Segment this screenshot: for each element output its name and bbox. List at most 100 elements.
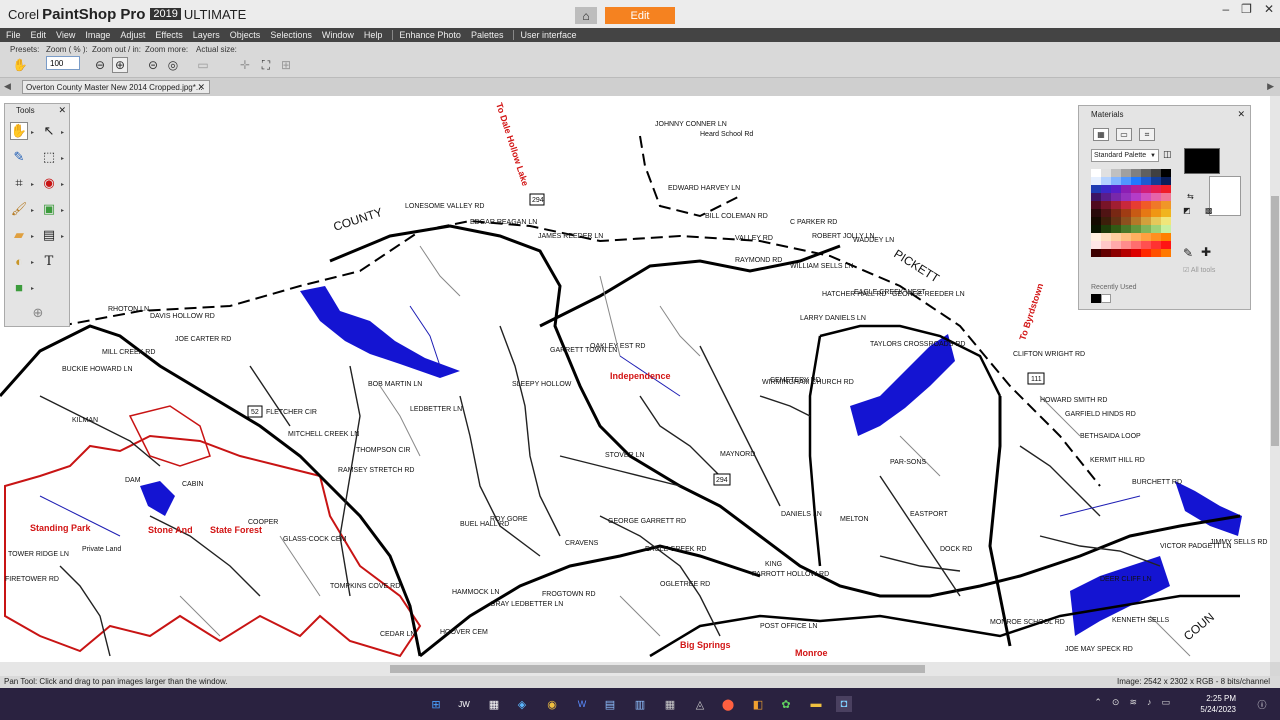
fill-tool-icon[interactable]: ▤ <box>40 226 58 244</box>
close-materials-icon[interactable]: ✕ <box>1237 109 1245 120</box>
dropper-icon[interactable]: ✎ <box>1183 246 1193 260</box>
shape-tool-icon[interactable]: ■ <box>10 278 28 296</box>
color-swatch[interactable] <box>1141 169 1151 177</box>
color-swatch[interactable] <box>1161 233 1171 241</box>
zoom-out-icon[interactable]: ⊖ <box>92 57 108 73</box>
fit-image-icon[interactable]: ⊞ <box>278 57 294 73</box>
color-swatch[interactable] <box>1161 225 1171 233</box>
start-icon[interactable]: ⊞ <box>428 696 444 712</box>
color-swatch[interactable] <box>1161 185 1171 193</box>
selection-tool-icon[interactable]: ⬚ <box>40 148 58 166</box>
menu-help[interactable]: Help <box>364 30 383 40</box>
home-tab-button[interactable]: ⌂ <box>575 7 597 24</box>
calculator-icon[interactable]: ▦ <box>662 696 678 712</box>
menu-window[interactable]: Window <box>322 30 354 40</box>
color-swatch[interactable] <box>1151 169 1161 177</box>
tab-scroll-right-icon[interactable]: ▶ <box>1267 81 1274 92</box>
color-swatch[interactable] <box>1151 185 1161 193</box>
color-swatch[interactable] <box>1101 241 1111 249</box>
close-icon[interactable]: ✕ <box>1264 2 1274 16</box>
pan-tool-icon[interactable]: ✋ <box>10 122 28 140</box>
swap-colors-icon[interactable]: ⇆ <box>1187 192 1194 201</box>
color-swatch[interactable] <box>1101 249 1111 257</box>
color-swatch[interactable] <box>1121 209 1131 217</box>
menu-effects[interactable]: Effects <box>155 30 182 40</box>
menu-palettes[interactable]: Palettes <box>471 30 504 40</box>
color-swatch[interactable] <box>1141 193 1151 201</box>
horizontal-scroll-thumb[interactable] <box>390 665 925 673</box>
background-color-swatch[interactable] <box>1209 176 1241 216</box>
color-swatch[interactable] <box>1111 233 1121 241</box>
color-swatch[interactable] <box>1141 201 1151 209</box>
color-swatch[interactable] <box>1111 249 1121 257</box>
chevron-up-icon[interactable]: ⌃ <box>1094 697 1102 708</box>
color-swatch[interactable] <box>1131 185 1141 193</box>
foreground-color-swatch[interactable] <box>1184 148 1220 174</box>
dodge-tool-icon[interactable]: ◐ <box>10 252 28 270</box>
color-swatch[interactable] <box>1151 177 1161 185</box>
pan-hand-icon[interactable]: ✋ <box>12 57 28 73</box>
vertical-scrollbar[interactable] <box>1270 96 1280 662</box>
actual-size-icon[interactable]: ▭ <box>195 57 211 73</box>
color-swatch[interactable] <box>1091 249 1101 257</box>
color-swatch[interactable] <box>1101 225 1111 233</box>
color-swatch[interactable] <box>1101 233 1111 241</box>
recent-swatch-white[interactable] <box>1101 294 1111 303</box>
menu-image[interactable]: Image <box>85 30 110 40</box>
color-swatch[interactable] <box>1111 241 1121 249</box>
color-swatch[interactable] <box>1111 185 1121 193</box>
color-swatch[interactable] <box>1091 169 1101 177</box>
color-swatch[interactable] <box>1111 201 1121 209</box>
notification-icon[interactable]: ⓘ <box>1254 696 1270 712</box>
volume-icon[interactable]: ♪ <box>1147 697 1152 708</box>
color-swatch[interactable] <box>1091 185 1101 193</box>
menu-file[interactable]: File <box>6 30 21 40</box>
app-icon-pin[interactable]: ⬤ <box>720 696 736 712</box>
color-swatch[interactable] <box>1151 233 1161 241</box>
color-swatch[interactable] <box>1141 249 1151 257</box>
color-swatch[interactable] <box>1131 249 1141 257</box>
menu-objects[interactable]: Objects <box>230 30 261 40</box>
menu-edit[interactable]: Edit <box>31 30 47 40</box>
color-swatch[interactable] <box>1121 233 1131 241</box>
color-swatch[interactable] <box>1131 169 1141 177</box>
edit-workspace-tab[interactable]: Edit <box>605 7 675 24</box>
color-swatch[interactable] <box>1111 169 1121 177</box>
add-tool-icon[interactable]: ⊕ <box>29 304 47 322</box>
picture-tube-tool-icon[interactable]: ▣ <box>40 200 58 218</box>
browser-icon[interactable]: ◈ <box>514 696 530 712</box>
tab-scroll-left-icon[interactable]: ◀ <box>4 81 11 92</box>
eraser-tool-icon[interactable]: ▰ <box>10 226 28 244</box>
fit-window-icon[interactable]: ⛶ <box>258 57 274 73</box>
pick-tool-icon[interactable]: ↖ <box>40 122 58 140</box>
color-swatch[interactable] <box>1161 193 1171 201</box>
all-tools-checkbox[interactable]: ☑ All tools <box>1183 266 1215 274</box>
color-swatch[interactable] <box>1101 209 1111 217</box>
menu-layers[interactable]: Layers <box>193 30 220 40</box>
menu-enhance-photo[interactable]: Enhance Photo <box>399 30 461 40</box>
color-swatch[interactable] <box>1121 249 1131 257</box>
color-swatch[interactable] <box>1101 177 1111 185</box>
zoom-more-out-icon[interactable]: ⊝ <box>145 57 161 73</box>
color-swatch[interactable] <box>1141 185 1151 193</box>
color-swatch[interactable] <box>1141 209 1151 217</box>
color-swatch[interactable] <box>1161 169 1171 177</box>
color-swatch[interactable] <box>1151 241 1161 249</box>
color-swatch[interactable] <box>1131 233 1141 241</box>
recent-swatch-black[interactable] <box>1091 294 1101 303</box>
color-swatch[interactable] <box>1141 225 1151 233</box>
app-icon-layers[interactable]: ◧ <box>750 696 766 712</box>
file-manager-icon[interactable]: ▦ <box>486 696 502 712</box>
microphone-icon[interactable]: ⊙ <box>1112 697 1120 708</box>
color-swatches-grid[interactable] <box>1091 169 1171 265</box>
color-swatch[interactable] <box>1131 209 1141 217</box>
document-tab[interactable]: Overton County Master New 2014 Cropped.j… <box>22 80 210 94</box>
paintshop-taskbar-icon[interactable]: ◘ <box>836 696 852 712</box>
text-tool-icon[interactable]: T <box>40 252 58 270</box>
swatches-tab-icon[interactable]: ▦ <box>1093 128 1109 141</box>
color-swatch[interactable] <box>1131 201 1141 209</box>
color-swatch[interactable] <box>1111 177 1121 185</box>
color-swatch[interactable] <box>1151 225 1161 233</box>
dropper-tool-icon[interactable]: ✎ <box>10 148 28 166</box>
color-swatch[interactable] <box>1151 209 1161 217</box>
